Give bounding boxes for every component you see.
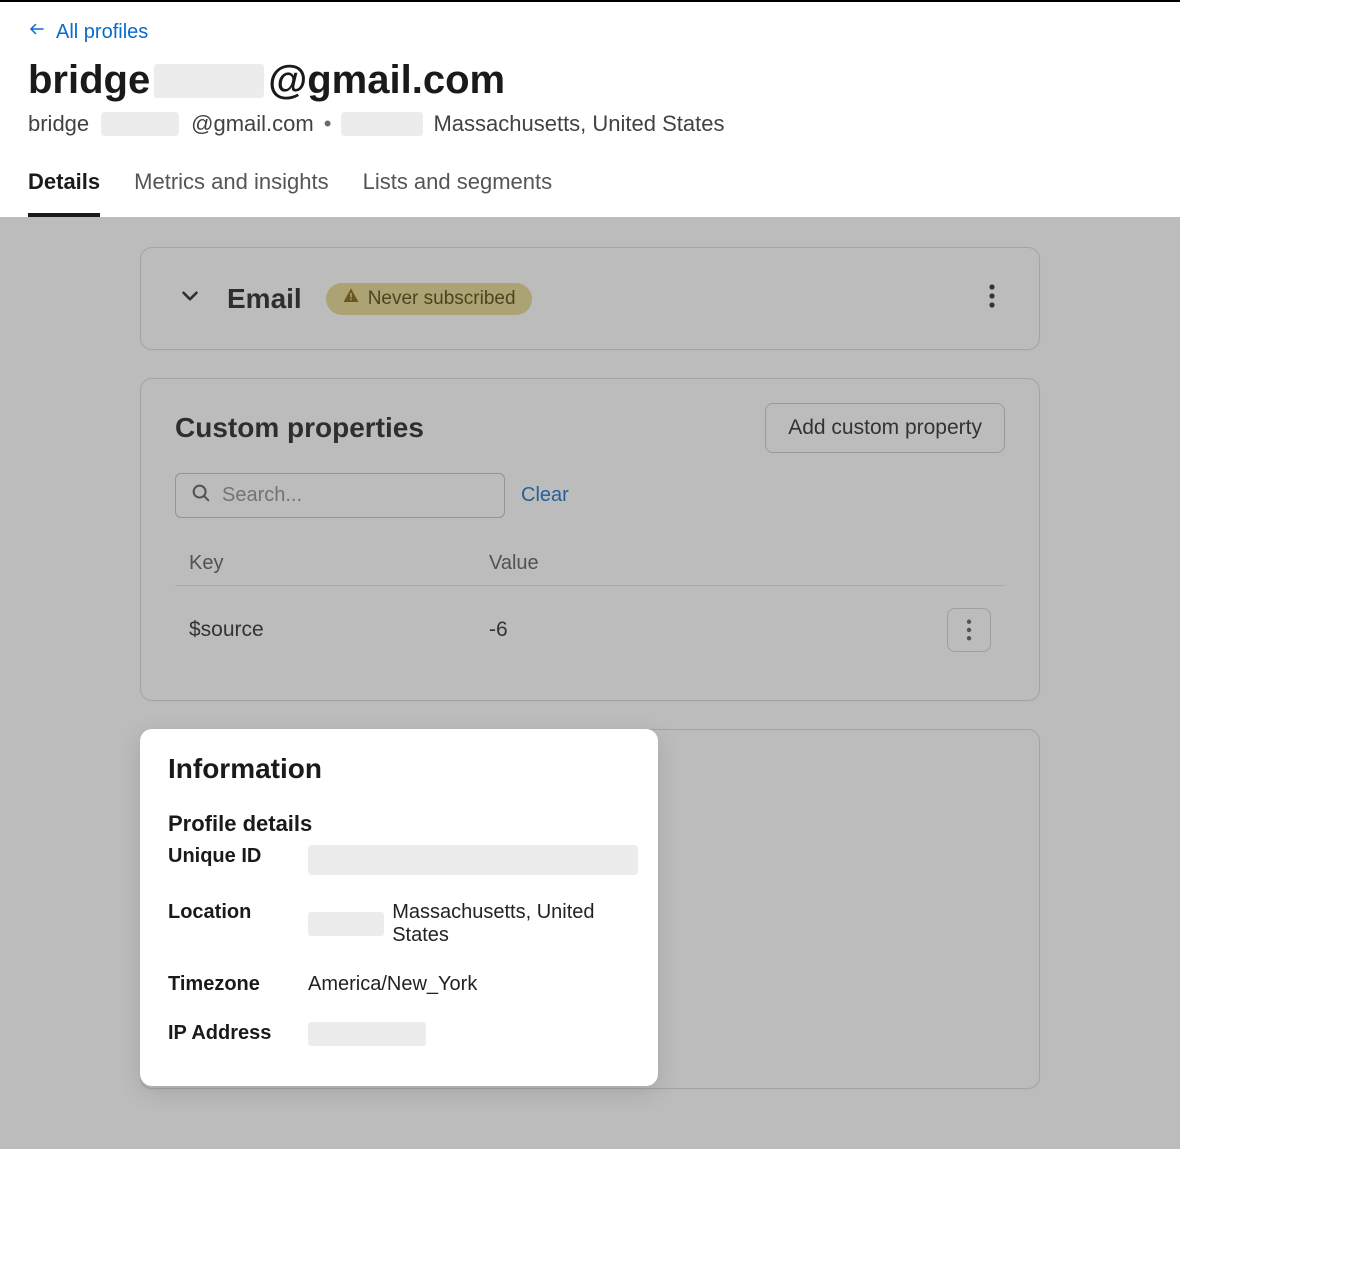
redacted-segment xyxy=(154,64,264,98)
row-value: -6 xyxy=(489,618,931,642)
value-location: Massachusetts, United States xyxy=(308,901,638,947)
title-suffix: @gmail.com xyxy=(268,58,505,103)
table-row: $source -6 xyxy=(175,586,1005,674)
profile-subline: bridge @gmail.com • Massachusetts, Unite… xyxy=(28,111,1152,137)
sub-email-suffix: @gmail.com xyxy=(191,111,314,137)
information-title: Information xyxy=(168,753,630,785)
redacted-segment xyxy=(308,1022,426,1046)
redacted-segment xyxy=(308,912,384,936)
clear-search-link[interactable]: Clear xyxy=(521,484,569,507)
redacted-segment xyxy=(308,845,638,875)
page-body: Email Never subscribed Custom properties… xyxy=(0,217,1180,1149)
search-icon xyxy=(190,482,212,509)
label-location: Location xyxy=(168,901,308,947)
value-ip xyxy=(308,1022,638,1046)
separator-dot: • xyxy=(324,111,332,137)
custom-properties-header: Custom properties Add custom property xyxy=(175,403,1005,453)
email-card-left: Email Never subscribed xyxy=(177,283,532,315)
subscription-status-badge: Never subscribed xyxy=(326,283,532,315)
label-ip: IP Address xyxy=(168,1022,308,1046)
label-timezone: Timezone xyxy=(168,973,308,996)
row-menu-button[interactable] xyxy=(947,608,991,652)
row-key: $source xyxy=(189,618,489,642)
arrow-left-icon xyxy=(28,20,46,44)
sub-location: Massachusetts, United States xyxy=(433,111,724,137)
custom-properties-search-input[interactable] xyxy=(222,484,490,507)
back-link-label: All profiles xyxy=(56,21,148,44)
tab-lists[interactable]: Lists and segments xyxy=(363,159,553,217)
profile-title: bridge @gmail.com xyxy=(28,58,1152,103)
add-custom-property-button[interactable]: Add custom property xyxy=(765,403,1005,453)
col-key: Key xyxy=(189,552,489,575)
page-header: All profiles bridge @gmail.com bridge @g… xyxy=(0,2,1180,217)
email-card-title: Email xyxy=(227,283,302,315)
value-unique-id xyxy=(308,845,638,875)
profile-details-subhead: Profile details xyxy=(168,811,630,837)
warning-icon xyxy=(342,287,360,311)
redacted-segment xyxy=(341,112,423,136)
custom-properties-card: Custom properties Add custom property Cl… xyxy=(140,378,1040,701)
custom-properties-search-row: Clear xyxy=(175,473,1005,518)
tab-details[interactable]: Details xyxy=(28,159,100,217)
sub-email-prefix: bridge xyxy=(28,111,89,137)
tabs: Details Metrics and insights Lists and s… xyxy=(28,159,1152,217)
email-card-menu-button[interactable] xyxy=(981,276,1003,321)
value-timezone: America/New_York xyxy=(308,973,638,996)
title-prefix: bridge xyxy=(28,58,150,103)
badge-label: Never subscribed xyxy=(368,288,516,310)
custom-properties-table: Key Value $source -6 xyxy=(175,542,1005,674)
custom-properties-title: Custom properties xyxy=(175,412,424,444)
profile-details-grid: Unique ID Location Massachusetts, United… xyxy=(168,845,630,1046)
label-unique-id: Unique ID xyxy=(168,845,308,875)
location-text: Massachusetts, United States xyxy=(392,901,638,947)
back-to-all-profiles-link[interactable]: All profiles xyxy=(28,14,148,58)
tab-metrics[interactable]: Metrics and insights xyxy=(134,159,328,217)
information-popover: Information Profile details Unique ID Lo… xyxy=(140,729,658,1086)
email-channel-card: Email Never subscribed xyxy=(140,247,1040,350)
table-header-row: Key Value xyxy=(175,542,1005,586)
search-input-wrapper[interactable] xyxy=(175,473,505,518)
redacted-segment xyxy=(101,112,179,136)
col-value: Value xyxy=(489,552,931,575)
chevron-down-icon[interactable] xyxy=(177,283,203,314)
